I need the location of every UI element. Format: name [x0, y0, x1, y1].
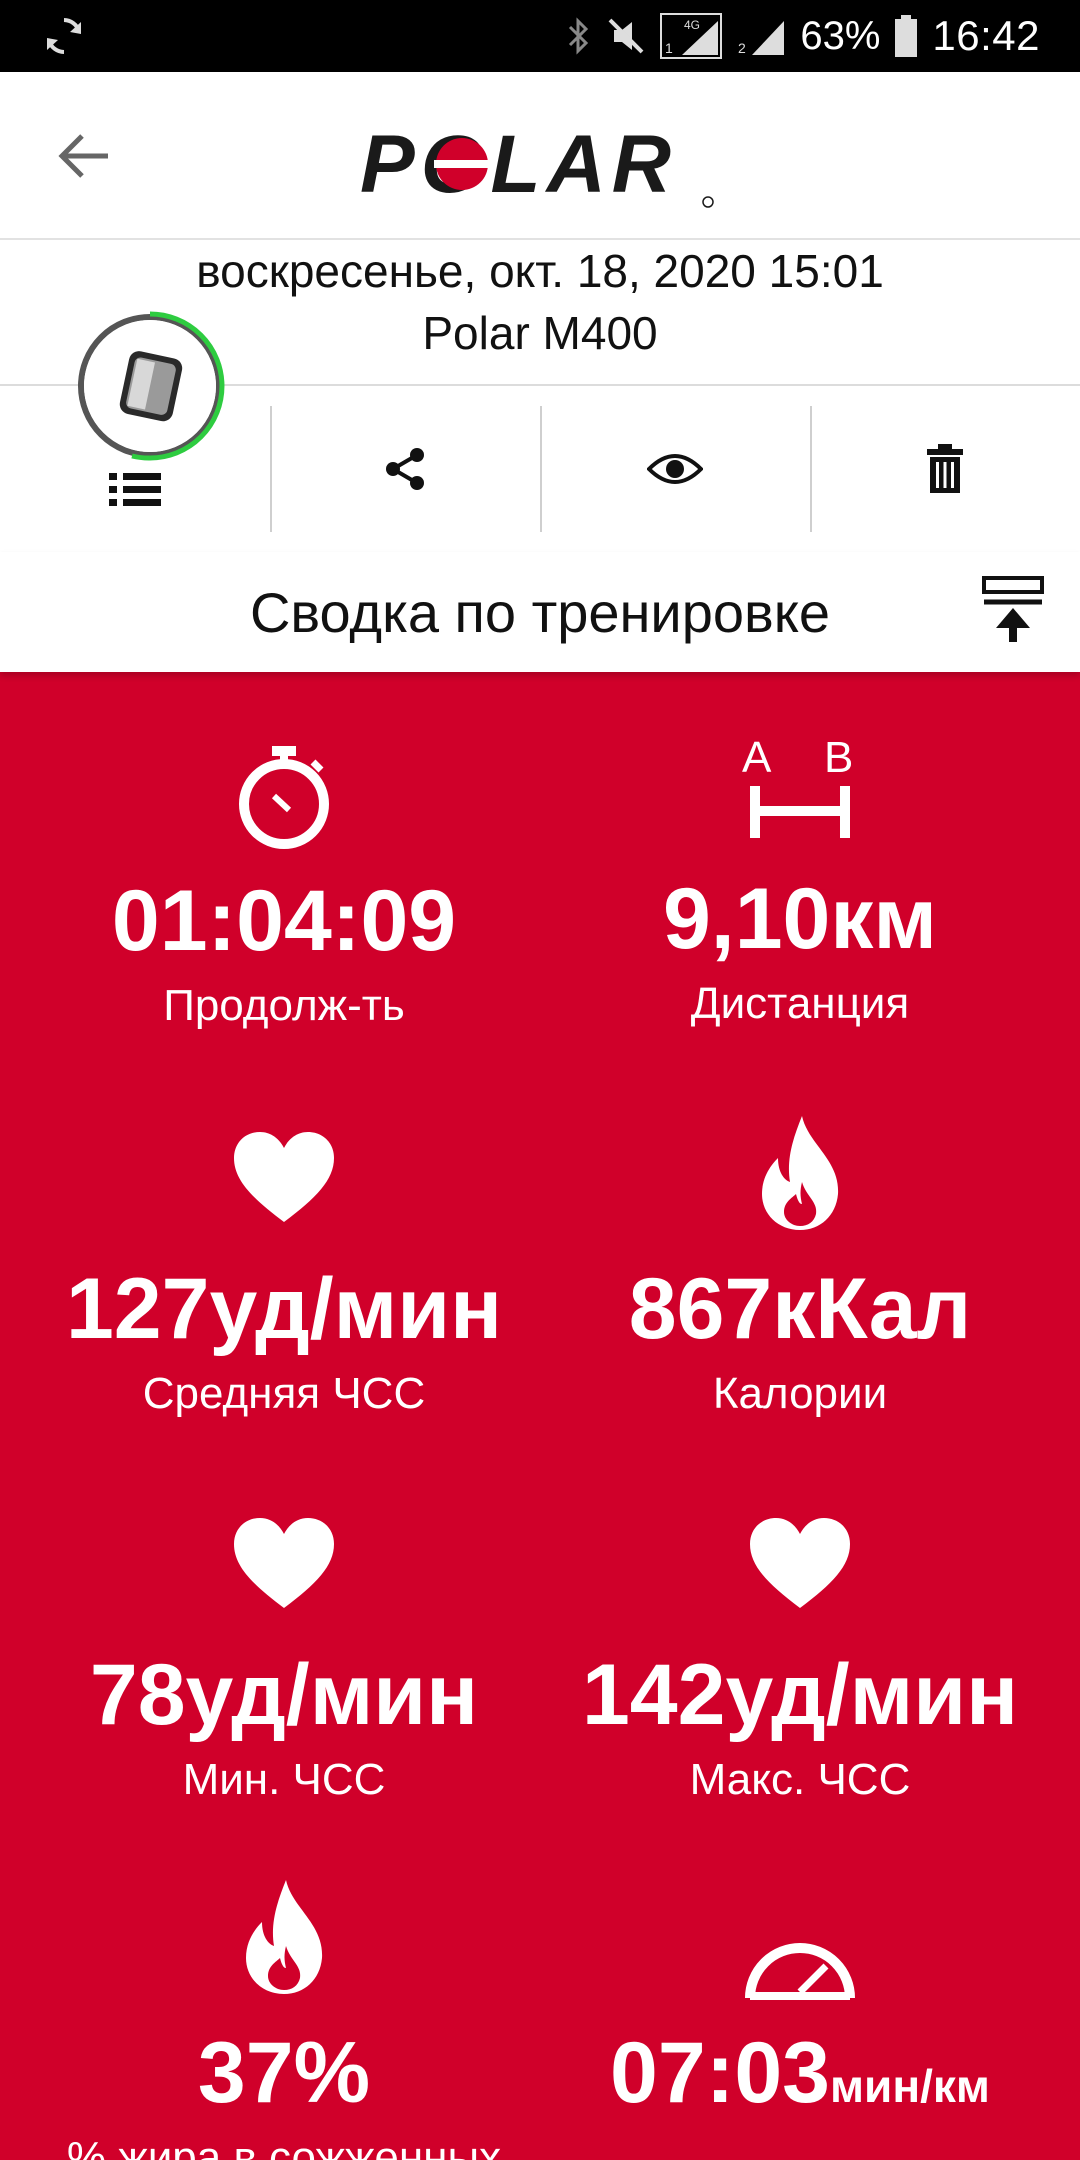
bluetooth-icon	[569, 17, 589, 55]
stat-value: 127уд/мин	[65, 1261, 503, 1357]
clock: 16:42	[932, 12, 1040, 59]
mute-icon	[608, 18, 644, 54]
signal-sim1-icon: 4G 1	[660, 13, 723, 59]
list-icon	[109, 473, 161, 506]
pace-value-row: 07:03мин/км	[530, 2030, 1070, 2116]
heart-icon	[750, 1518, 850, 1608]
status-right: 4G 1 2 63% 16:42	[566, 0, 1040, 72]
sync-progress-ring	[131, 311, 225, 461]
stat-unit: мин/км	[830, 2060, 990, 2112]
section-title: Сводка по тренировке	[249, 581, 831, 644]
stat-min-hr: 78уд/мин Мин. ЧСС	[14, 1516, 554, 1802]
stat-value: 9,10км	[662, 871, 938, 967]
flame-icon	[246, 1880, 323, 1994]
distance-icon-a: A	[742, 734, 772, 782]
stat-max-hr: 142уд/мин Макс. ЧСС	[530, 1516, 1070, 1802]
stat-label: % жира в сожженных	[66, 2133, 502, 2160]
speedometer-icon	[745, 1943, 855, 2000]
stat-label: Мин. ЧСС	[182, 1755, 386, 1804]
polar-logo: POLAR	[360, 120, 714, 210]
stat-label: Макс. ЧСС	[689, 1755, 911, 1804]
distance-icon: A B	[742, 734, 853, 838]
back-button[interactable]	[44, 122, 124, 190]
share-icon	[386, 448, 424, 490]
sim1-label: 1	[665, 40, 673, 56]
trash-icon	[927, 444, 963, 493]
stat-label: Продолж-ть	[163, 981, 405, 1030]
stat-duration: 01:04:09 Продолж-ть	[14, 742, 554, 1028]
stat-value: 142уд/мин	[581, 1647, 1019, 1743]
distance-icon-b: B	[824, 734, 853, 782]
stopwatch-icon	[239, 746, 329, 849]
sync-icon	[47, 18, 81, 54]
sim2-label: 2	[738, 40, 746, 56]
heart-icon	[234, 1132, 334, 1222]
status-bar: 4G 1 2 63% 16:42	[0, 0, 1080, 72]
brand-text: POLAR	[360, 120, 677, 210]
pin-to-top-icon[interactable]	[982, 576, 1044, 644]
signal-sim2-icon: 2	[738, 21, 785, 56]
stat-value: 867кКал	[628, 1261, 972, 1357]
session-date: воскресенье, окт. 18, 2020 15:01	[196, 245, 884, 297]
training-summary: 01:04:09 Продолж-ть A B 9,10км Дистанция…	[0, 672, 1080, 2160]
delete-button[interactable]	[810, 386, 1080, 552]
share-button[interactable]	[270, 386, 540, 552]
heart-icon	[234, 1518, 334, 1608]
stat-value: 01:04:09	[111, 873, 457, 969]
stat-label: Калории	[712, 1369, 888, 1418]
stat-value: 78уд/мин	[89, 1647, 479, 1743]
app-bar: POLAR	[0, 72, 1080, 240]
stat-value: 07:03	[610, 2025, 831, 2121]
stat-distance: A B 9,10км Дистанция	[530, 734, 1070, 1026]
stat-avg-hr: 127уд/мин Средняя ЧСС	[14, 1130, 554, 1416]
stat-fat-percent: 37% % жира в сожженных	[14, 1878, 554, 2160]
eye-icon	[647, 454, 703, 484]
battery-percent: 63%	[800, 13, 881, 58]
arrow-left-icon	[58, 134, 108, 178]
network-label: 4G	[684, 18, 700, 32]
stat-label: Дистанция	[690, 979, 910, 1028]
stat-value: 37%	[197, 2025, 371, 2121]
stat-calories: 867кКал Калории	[530, 1114, 1070, 1416]
flame-icon	[762, 1116, 839, 1230]
stat-label: Средняя ЧСС	[142, 1369, 426, 1418]
view-button[interactable]	[540, 386, 810, 552]
stat-pace: 07:03мин/км	[530, 1940, 1070, 2116]
screen: 4G 1 2 63% 16:42 POLAR воскресенье, окт.…	[0, 0, 1080, 2160]
battery-icon	[895, 15, 918, 57]
section-header: Сводка по тренировке	[0, 552, 1080, 672]
